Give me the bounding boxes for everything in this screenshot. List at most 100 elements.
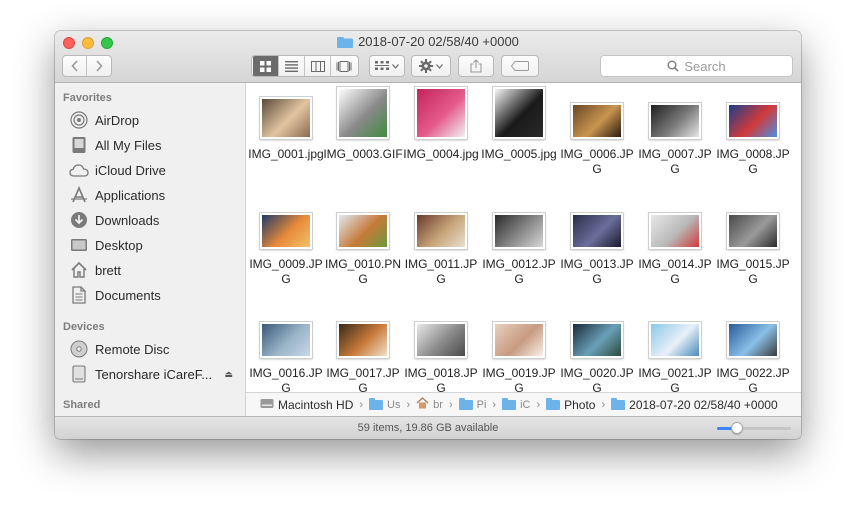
file-thumbnail[interactable]	[414, 321, 468, 359]
file-thumbnail[interactable]	[336, 321, 390, 359]
file-name[interactable]: IMG_0021.JPG	[635, 366, 715, 392]
sidebar-heading-devices: Devices	[63, 321, 105, 333]
list-view-button[interactable]	[279, 56, 305, 76]
sidebar-item-brett[interactable]: brett	[69, 259, 241, 281]
file-thumbnail[interactable]	[259, 321, 313, 359]
file-thumbnail[interactable]	[570, 102, 624, 140]
search-field[interactable]: Search	[600, 55, 793, 77]
sidebar-item-all-my-files[interactable]: All My Files	[69, 134, 241, 156]
file-name[interactable]: IMG_0001.jpg	[246, 147, 326, 162]
sidebar-item-applications[interactable]: Applications	[69, 184, 241, 206]
sidebar-item-tenorshare[interactable]: Tenorshare iCareF... ⏏	[69, 363, 241, 385]
chevron-down-icon	[392, 63, 399, 69]
sidebar-item-desktop[interactable]: Desktop	[69, 234, 241, 256]
sidebar-item-icloud-drive[interactable]: iCloud Drive	[69, 159, 241, 181]
file-thumbnail[interactable]	[259, 96, 313, 140]
eject-icon[interactable]: ⏏	[224, 369, 233, 380]
file-item[interactable]: IMG_0018.JPG	[401, 296, 481, 392]
column-view-button[interactable]	[305, 56, 331, 76]
file-name[interactable]: IMG_0018.JPG	[401, 366, 481, 392]
file-name[interactable]: IMG_0022.JPG	[713, 366, 793, 392]
file-name[interactable]: IMG_0013.JPG	[557, 257, 637, 287]
file-name[interactable]: IMG_0020.JPG	[557, 366, 637, 392]
file-item[interactable]: IMG_0007.JPG	[635, 83, 715, 177]
file-item[interactable]: IMG_0016.JPG	[246, 296, 326, 392]
path-crumb[interactable]: br	[416, 397, 443, 412]
file-name[interactable]: IMG_0014.JPG	[635, 257, 715, 287]
path-crumb[interactable]: Us	[369, 397, 400, 411]
file-thumbnail[interactable]	[570, 321, 624, 359]
file-item[interactable]: IMG_0017.JPG	[323, 296, 403, 392]
tags-button[interactable]	[501, 55, 539, 77]
hard-drive-icon	[260, 398, 274, 412]
file-item[interactable]: IMG_0021.JPG	[635, 296, 715, 392]
file-item[interactable]: IMG_0006.JPG	[557, 83, 637, 177]
icon-size-slider[interactable]	[717, 422, 791, 434]
file-name[interactable]: IMG_0016.JPG	[246, 366, 326, 392]
sidebar-item-label: AirDrop	[95, 112, 140, 128]
action-button[interactable]	[411, 55, 451, 77]
forward-button[interactable]	[87, 56, 111, 76]
icon-view-button[interactable]	[253, 56, 279, 76]
file-name[interactable]: IMG_0012.JPG	[479, 257, 559, 287]
path-crumb[interactable]: Macintosh HD	[260, 398, 353, 412]
file-name[interactable]: IMG_0005.jpg	[479, 147, 559, 162]
file-thumbnail[interactable]	[259, 212, 313, 250]
slider-knob[interactable]	[730, 422, 743, 434]
file-item[interactable]: IMG_0004.jpg	[401, 83, 481, 177]
file-item[interactable]: IMG_0012.JPG	[479, 187, 559, 287]
file-thumbnail[interactable]	[648, 212, 702, 250]
back-button[interactable]	[63, 56, 88, 76]
share-button[interactable]	[458, 55, 494, 77]
file-name[interactable]: IMG_0003.GIF	[323, 147, 403, 162]
sidebar-item-airdrop[interactable]: AirDrop	[69, 109, 241, 131]
file-name[interactable]: IMG_0017.JPG	[323, 366, 403, 392]
sidebar-item-documents[interactable]: Documents	[69, 284, 241, 306]
file-thumbnail[interactable]	[726, 321, 780, 359]
file-item[interactable]: IMG_0014.JPG	[635, 187, 715, 287]
file-item[interactable]: IMG_0015.JPG	[713, 187, 793, 287]
file-thumbnail[interactable]	[570, 212, 624, 250]
file-name[interactable]: IMG_0007.JPG	[635, 147, 715, 177]
file-name[interactable]: IMG_0015.JPG	[713, 257, 793, 287]
file-thumbnail[interactable]	[414, 86, 468, 140]
file-thumbnail[interactable]	[648, 321, 702, 359]
file-item[interactable]: IMG_0019.JPG	[479, 296, 559, 392]
arrange-button[interactable]	[369, 55, 405, 77]
file-thumbnail[interactable]	[648, 102, 702, 140]
window-title-area: 2018-07-20 02/58/40 +0000	[55, 34, 801, 51]
file-item[interactable]: IMG_0010.PNG	[323, 187, 403, 287]
sidebar-item-downloads[interactable]: Downloads	[69, 209, 241, 231]
file-item[interactable]: IMG_0005.jpg	[479, 83, 559, 177]
file-name[interactable]: IMG_0010.PNG	[323, 257, 403, 287]
file-thumbnail[interactable]	[336, 86, 390, 140]
file-item[interactable]: IMG_0013.JPG	[557, 187, 637, 287]
file-item[interactable]: IMG_0011.JPG	[401, 187, 481, 287]
file-thumbnail[interactable]	[336, 212, 390, 250]
file-item[interactable]: IMG_0001.jpg	[246, 83, 326, 177]
path-crumb[interactable]: Pi	[458, 397, 486, 411]
file-thumbnail[interactable]	[492, 212, 546, 250]
file-item[interactable]: IMG_0020.JPG	[557, 296, 637, 392]
file-name[interactable]: IMG_0006.JPG	[557, 147, 637, 177]
path-crumb[interactable]: Photo	[546, 397, 595, 412]
file-item[interactable]: IMG_0022.JPG	[713, 296, 793, 392]
path-crumb[interactable]: iC	[502, 397, 530, 411]
sidebar-item-remote-disc[interactable]: Remote Disc	[69, 338, 241, 360]
path-crumb[interactable]: 2018-07-20 02/58/40 +0000	[611, 397, 778, 412]
file-thumbnail[interactable]	[726, 102, 780, 140]
file-item[interactable]: IMG_0003.GIF	[323, 83, 403, 177]
file-item[interactable]: IMG_0009.JPG	[246, 187, 326, 287]
cover-flow-view-button[interactable]	[331, 56, 357, 76]
file-name[interactable]: IMG_0004.jpg	[401, 147, 481, 162]
file-name[interactable]: IMG_0011.JPG	[401, 257, 481, 287]
file-name[interactable]: IMG_0009.JPG	[246, 257, 326, 287]
window-title: 2018-07-20 02/58/40 +0000	[358, 34, 519, 49]
file-thumbnail[interactable]	[492, 321, 546, 359]
file-thumbnail[interactable]	[492, 86, 546, 140]
file-item[interactable]: IMG_0008.JPG	[713, 83, 793, 177]
file-name[interactable]: IMG_0019.JPG	[479, 366, 559, 392]
file-thumbnail[interactable]	[414, 212, 468, 250]
file-thumbnail[interactable]	[726, 212, 780, 250]
file-name[interactable]: IMG_0008.JPG	[713, 147, 793, 177]
